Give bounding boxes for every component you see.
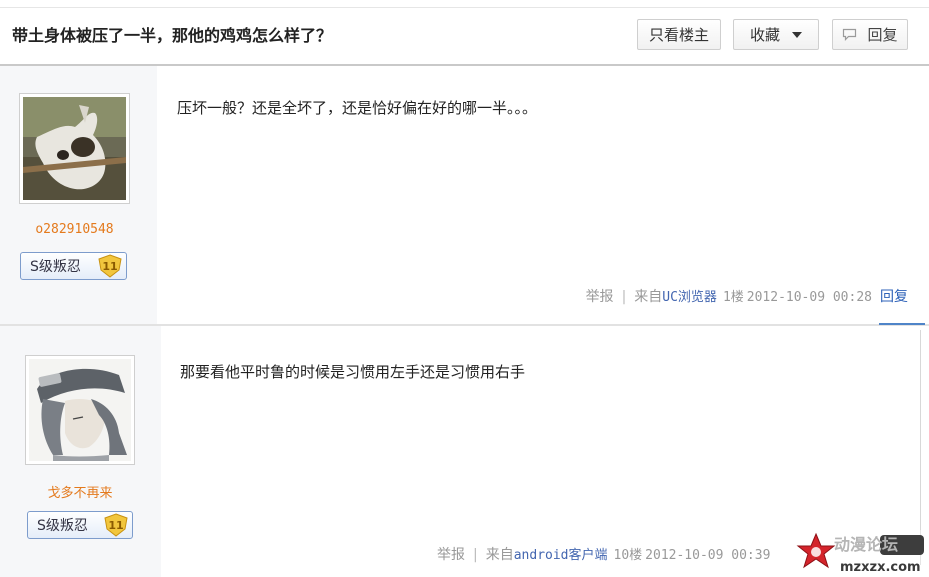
post-content: 压坏一般？还是全坏了，还是恰好偏在好的哪一半。。。 bbox=[177, 99, 538, 117]
thread-title: 带土身体被压了一半，那他的鸡鸡怎么样了？ bbox=[12, 26, 333, 45]
floor-number: 1楼 bbox=[722, 290, 744, 305]
favorite-button[interactable]: 收藏 bbox=[733, 19, 819, 50]
favorite-button-label: 收藏 bbox=[749, 26, 780, 44]
source-prefix: 来自 bbox=[485, 547, 514, 563]
post-floor-10: 戈多不再来 S级叛忍 11 那要看他平时鲁的时候是习惯用左手还是习惯用右手 举报… bbox=[0, 326, 929, 577]
meta-separator: | bbox=[473, 547, 478, 563]
rank-label: S级叛忍 bbox=[37, 518, 88, 534]
post-floor-1: o282910548 S级叛忍 11 压坏一般？还是全坏了，还是恰好偏在好的哪一… bbox=[0, 66, 929, 324]
username[interactable]: o282910548 bbox=[19, 222, 130, 237]
source-app-link[interactable]: UC浏览器 bbox=[662, 290, 717, 305]
level-number: 11 bbox=[102, 260, 117, 273]
level-number: 11 bbox=[108, 519, 123, 532]
reply-tab-indicator bbox=[879, 323, 925, 325]
only-op-button-label: 只看楼主 bbox=[648, 26, 709, 44]
shield-badge-icon: 11 bbox=[103, 513, 129, 537]
report-link[interactable]: 举报 bbox=[437, 547, 465, 563]
floor-number: 10楼 bbox=[613, 548, 643, 563]
post-meta: 举报 | 来自UC浏览器 1楼 2012-10-09 00:28 回复 bbox=[586, 286, 908, 306]
reply-button[interactable]: 回复 bbox=[832, 19, 908, 50]
shield-badge-icon: 11 bbox=[97, 254, 123, 278]
avatar-image bbox=[29, 359, 131, 461]
rank-label: S级叛忍 bbox=[30, 259, 81, 275]
post-content: 那要看他平时鲁的时候是习惯用左手还是习惯用右手 bbox=[180, 363, 526, 381]
author-sidebar: 戈多不再来 S级叛忍 11 bbox=[0, 326, 161, 577]
watermark-url-text: mzxzx.com bbox=[840, 560, 921, 575]
rank-badge[interactable]: S级叛忍 11 bbox=[20, 252, 127, 280]
username[interactable]: 戈多不再来 bbox=[25, 482, 135, 501]
avatar[interactable] bbox=[25, 355, 135, 465]
post-time: 2012-10-09 00:28 bbox=[746, 290, 872, 305]
meta-separator: | bbox=[621, 289, 627, 305]
chevron-down-icon bbox=[792, 31, 802, 38]
rank-badge[interactable]: S级叛忍 11 bbox=[27, 511, 133, 539]
reply-link[interactable]: 回复 bbox=[880, 289, 908, 305]
reply-button-label: 回复 bbox=[867, 26, 898, 44]
report-link[interactable]: 举报 bbox=[586, 289, 614, 305]
source-prefix: 来自 bbox=[634, 289, 663, 305]
site-watermark-logo: 动漫论坛 mzxzx.com bbox=[794, 530, 929, 577]
thread-header: 带土身体被压了一半，那他的鸡鸡怎么样了？ 只看楼主 收藏 回复 bbox=[0, 8, 929, 64]
watermark-cn-text: 动漫论坛 bbox=[834, 535, 898, 554]
post-time: 2012-10-09 00:39 bbox=[645, 548, 771, 563]
avatar-image bbox=[23, 97, 126, 200]
post-meta: 举报 | 来自android客户端 10楼 2012-10-09 00:39 bbox=[437, 544, 770, 564]
avatar[interactable] bbox=[19, 93, 130, 204]
author-sidebar: o282910548 S级叛忍 11 bbox=[0, 66, 157, 324]
only-op-button[interactable]: 只看楼主 bbox=[637, 19, 721, 50]
source-app-link[interactable]: android客户端 bbox=[514, 548, 608, 563]
speech-bubble-icon bbox=[843, 28, 857, 41]
